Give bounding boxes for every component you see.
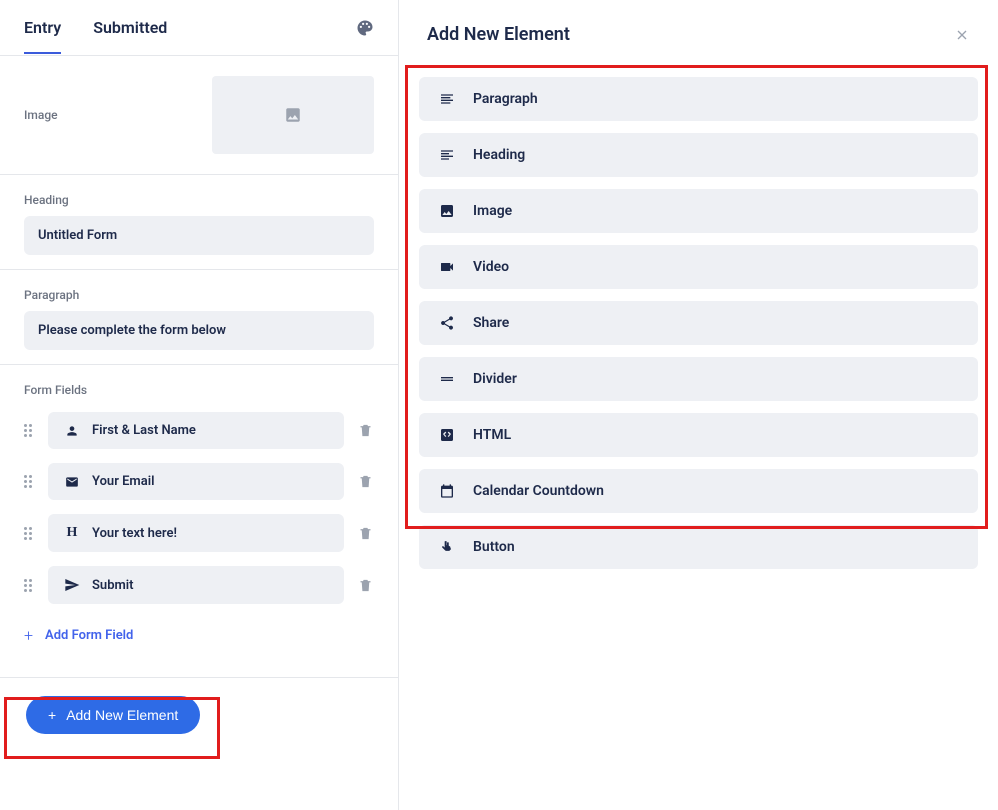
element-label: Paragraph xyxy=(473,91,538,107)
form-fields-label: Form Fields xyxy=(24,383,87,397)
code-icon xyxy=(435,427,459,443)
image-icon xyxy=(284,106,302,124)
right-panel: Add New Element Paragraph Heading xyxy=(399,0,998,810)
element-label: Share xyxy=(473,315,509,331)
field-label: Your Email xyxy=(92,474,154,489)
close-icon[interactable] xyxy=(954,27,970,43)
element-video[interactable]: Video xyxy=(419,245,978,289)
element-html[interactable]: HTML xyxy=(419,413,978,457)
field-row: Your Email xyxy=(24,463,374,500)
pointer-icon xyxy=(435,540,459,554)
share-icon xyxy=(435,315,459,331)
add-new-element-button[interactable]: + Add New Element xyxy=(26,696,200,734)
plus-icon: + xyxy=(24,626,33,645)
element-divider[interactable]: Divider xyxy=(419,357,978,401)
plus-icon: + xyxy=(48,707,56,723)
field-row: First & Last Name xyxy=(24,412,374,449)
image-section: Image xyxy=(0,56,398,175)
envelope-icon xyxy=(62,475,82,489)
calendar-icon xyxy=(435,483,459,499)
divider-icon xyxy=(435,371,459,387)
video-icon xyxy=(435,259,459,275)
field-name[interactable]: First & Last Name xyxy=(48,412,344,449)
left-panel: Entry Submitted Image Heading Untitled F… xyxy=(0,0,399,810)
field-text[interactable]: H Your text here! xyxy=(48,514,344,552)
tabs: Entry Submitted xyxy=(0,0,398,56)
element-heading[interactable]: Heading xyxy=(419,133,978,177)
user-icon xyxy=(62,424,82,438)
drag-handle-icon[interactable] xyxy=(24,527,40,540)
element-calendar-countdown[interactable]: Calendar Countdown xyxy=(419,469,978,513)
field-row: Submit xyxy=(24,566,374,604)
element-label: Divider xyxy=(473,371,517,387)
field-label: First & Last Name xyxy=(92,423,196,438)
field-email[interactable]: Your Email xyxy=(48,463,344,500)
element-button[interactable]: Button xyxy=(419,525,978,569)
tab-entry[interactable]: Entry xyxy=(24,2,61,53)
drag-handle-icon[interactable] xyxy=(24,475,40,488)
add-element-label: Add New Element xyxy=(66,707,178,723)
palette-icon[interactable] xyxy=(356,19,374,37)
add-element-container: + Add New Element xyxy=(0,677,398,752)
add-form-field-link[interactable]: + Add Form Field xyxy=(24,626,374,645)
trash-icon[interactable] xyxy=(358,578,374,593)
heading-label: Heading xyxy=(24,193,69,207)
element-label: Button xyxy=(473,539,515,555)
field-submit[interactable]: Submit xyxy=(48,566,344,604)
elements-list: Paragraph Heading Image Video xyxy=(399,59,998,587)
drag-handle-icon[interactable] xyxy=(24,579,40,592)
element-label: Heading xyxy=(473,147,525,163)
element-paragraph[interactable]: Paragraph xyxy=(419,77,978,121)
heading-icon: H xyxy=(62,525,82,541)
add-form-field-label: Add Form Field xyxy=(45,628,133,643)
field-label: Your text here! xyxy=(92,526,177,541)
panel-title: Add New Element xyxy=(427,24,570,45)
field-row: H Your text here! xyxy=(24,514,374,552)
element-image[interactable]: Image xyxy=(419,189,978,233)
trash-icon[interactable] xyxy=(358,474,374,489)
element-label: Video xyxy=(473,259,509,275)
send-icon xyxy=(62,577,82,593)
trash-icon[interactable] xyxy=(358,423,374,438)
panel-header: Add New Element xyxy=(399,0,998,59)
element-label: Calendar Countdown xyxy=(473,483,604,499)
drag-handle-icon[interactable] xyxy=(24,424,40,437)
tab-submitted[interactable]: Submitted xyxy=(93,2,167,53)
element-share[interactable]: Share xyxy=(419,301,978,345)
image-placeholder[interactable] xyxy=(212,76,374,154)
element-label: Image xyxy=(473,203,512,219)
image-icon xyxy=(435,203,459,219)
paragraph-input[interactable]: Please complete the form below xyxy=(24,311,374,350)
element-label: HTML xyxy=(473,427,511,443)
heading-input[interactable]: Untitled Form xyxy=(24,216,374,255)
heading-icon xyxy=(435,147,459,163)
heading-section: Heading Untitled Form xyxy=(0,175,398,270)
paragraph-icon xyxy=(435,91,459,107)
paragraph-label: Paragraph xyxy=(24,288,79,302)
trash-icon[interactable] xyxy=(358,526,374,541)
paragraph-section: Paragraph Please complete the form below xyxy=(0,270,398,365)
field-label: Submit xyxy=(92,578,134,593)
image-label: Image xyxy=(24,108,58,122)
form-fields-section: Form Fields First & Last Name xyxy=(0,365,398,645)
